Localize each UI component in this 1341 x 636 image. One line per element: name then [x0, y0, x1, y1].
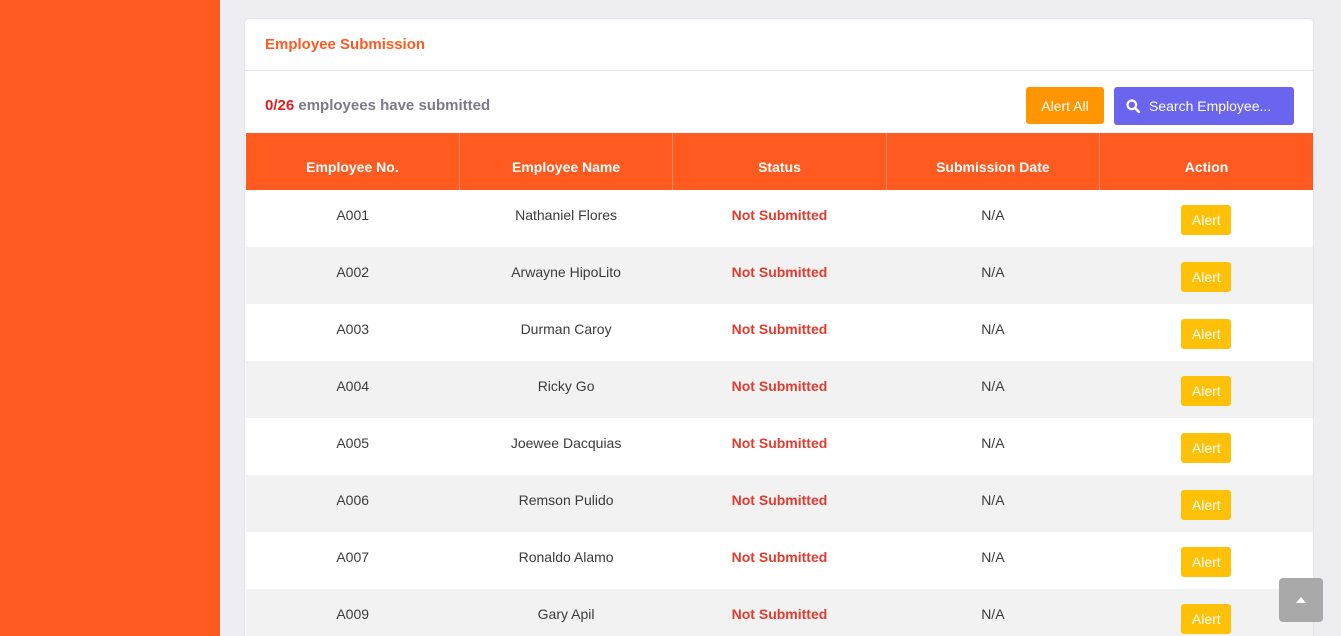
table-row: A004 Ricky Go Not Submitted N/A Alert [246, 361, 1313, 418]
action-cell: Alert [1100, 304, 1313, 361]
employee-name: Gary Apil [537, 606, 595, 622]
employee-no: A009 [336, 606, 370, 622]
submission-summary: 0/26 employees have submitted [265, 97, 490, 114]
card-header: Employee Submission [245, 19, 1313, 71]
employee-no: A006 [336, 492, 370, 508]
employee-name: Ronaldo Alamo [518, 549, 614, 565]
table-row: A005 Joewee Dacquias Not Submitted N/A A… [246, 418, 1313, 475]
card-title: Employee Submission [265, 36, 426, 53]
alert-button[interactable]: Alert [1181, 433, 1232, 463]
table-row: A009 Gary Apil Not Submitted N/A Alert [246, 589, 1313, 636]
submission-date: N/A [981, 435, 1005, 451]
alert-button[interactable]: Alert [1181, 376, 1232, 406]
table-row: A007 Ronaldo Alamo Not Submitted N/A Ale… [246, 532, 1313, 589]
table-row: A006 Remson Pulido Not Submitted N/A Ale… [246, 475, 1313, 532]
alert-button[interactable]: Alert [1181, 262, 1232, 292]
action-cell: Alert [1100, 361, 1313, 418]
employee-no: A007 [336, 549, 370, 565]
employee-submission-card: Employee Submission 0/26 employees have … [244, 18, 1314, 636]
submission-date: N/A [981, 549, 1005, 565]
action-cell: Alert [1100, 247, 1313, 304]
header-employee-no: Employee No. [246, 133, 460, 190]
submission-date: N/A [981, 321, 1005, 337]
alert-button[interactable]: Alert [1181, 319, 1232, 349]
alert-button[interactable]: Alert [1181, 604, 1232, 634]
status-text: Not Submitted [731, 264, 828, 280]
submission-count: 0/26 [265, 97, 295, 114]
alert-button[interactable]: Alert [1181, 490, 1232, 520]
employee-no: A001 [336, 207, 370, 223]
employee-name: Joewee Dacquias [510, 435, 622, 451]
employee-name: Ricky Go [537, 378, 595, 394]
submission-summary-text: employees have submitted [298, 97, 491, 114]
scroll-to-top-button[interactable] [1279, 578, 1323, 622]
action-cell: Alert [1100, 418, 1313, 475]
sidebar [0, 0, 220, 636]
header-employee-name: Employee Name [459, 133, 674, 190]
action-cell: Alert [1100, 475, 1313, 532]
header-status: Status [672, 133, 887, 190]
table-row: A003 Durman Caroy Not Submitted N/A Aler… [246, 304, 1313, 361]
employee-name: Durman Caroy [520, 321, 612, 337]
summary-row: 0/26 employees have submitted Alert All … [245, 71, 1313, 133]
alert-all-button[interactable]: Alert All [1026, 87, 1104, 124]
employee-name: Remson Pulido [518, 492, 614, 508]
employee-name: Arwayne HipoLito [511, 264, 621, 280]
table-row: A002 Arwayne HipoLito Not Submitted N/A … [246, 247, 1313, 304]
employee-table: Employee No. Employee Name Status Submis… [246, 133, 1313, 636]
status-text: Not Submitted [731, 606, 828, 622]
search-employee-label: Search Employee... [1149, 98, 1272, 114]
main-content: Employee Submission 0/26 employees have … [220, 0, 1341, 636]
table-header-row: Employee No. Employee Name Status Submis… [246, 133, 1313, 190]
status-text: Not Submitted [731, 321, 828, 337]
status-text: Not Submitted [731, 207, 828, 223]
employee-no: A002 [336, 264, 370, 280]
submission-date: N/A [981, 207, 1005, 223]
chevron-up-icon [1296, 597, 1306, 603]
employee-no: A003 [336, 321, 370, 337]
employee-no: A004 [336, 378, 370, 394]
alert-button[interactable]: Alert [1181, 205, 1232, 235]
header-action: Action [1184, 159, 1229, 175]
status-text: Not Submitted [731, 549, 828, 565]
search-icon [1126, 99, 1140, 113]
employee-name: Nathaniel Flores [515, 207, 618, 223]
employee-no: A005 [336, 435, 370, 451]
submission-date: N/A [981, 264, 1005, 280]
status-text: Not Submitted [731, 378, 828, 394]
header-submission-date: Submission Date [886, 133, 1101, 190]
submission-date: N/A [981, 606, 1005, 622]
status-text: Not Submitted [731, 435, 828, 451]
submission-date: N/A [981, 378, 1005, 394]
action-cell: Alert [1100, 190, 1313, 247]
status-text: Not Submitted [731, 492, 828, 508]
submission-date: N/A [981, 492, 1005, 508]
search-employee-button[interactable]: Search Employee... [1114, 87, 1294, 125]
alert-button[interactable]: Alert [1181, 547, 1232, 577]
table-row: A001 Nathaniel Flores Not Submitted N/A … [246, 190, 1313, 247]
